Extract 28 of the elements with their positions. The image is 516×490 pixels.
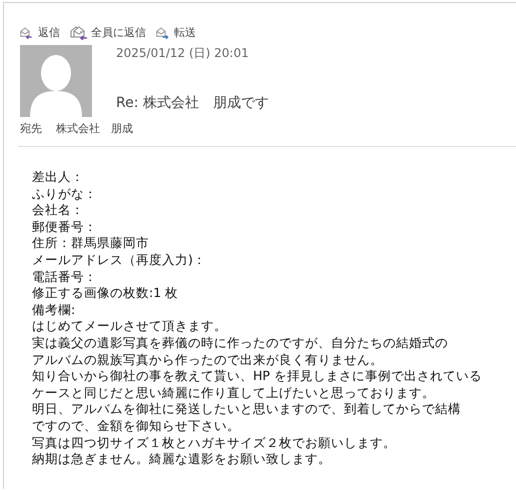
message-subject: Re: 株式会社 朋成です xyxy=(116,94,269,112)
action-button[interactable]: 転送 xyxy=(156,23,196,42)
body-text-line: ケースと同じだと思い綺麗に作り直して上げたいと思っております。 xyxy=(32,384,436,402)
body-text-line: 電話番号： xyxy=(32,268,98,286)
avatar-icon xyxy=(20,45,92,117)
action-button[interactable]: 全員に返信 xyxy=(70,23,146,42)
body-text-line: 実は義父の遺影写真を葬儀の時に作ったのですが、自分たちの結婚式の xyxy=(32,334,449,352)
body-text-line: はじめてメールさせて頂きます。 xyxy=(32,318,228,335)
recipient-label: 宛先 xyxy=(20,121,42,136)
body-text-line: アルバムの親族写真から作ったので出来が良く有りません。 xyxy=(32,352,384,368)
body-text-line: メールアドレス（再度入力)： xyxy=(32,252,207,269)
envelope-arrow-icon xyxy=(156,26,171,40)
body-text-line: 写真は四つ切サイズ１枚とハガキサイズ２枚でお願いします。 xyxy=(32,434,397,452)
body-text-line: 会社名： xyxy=(32,202,85,219)
sent-date: 2025/01/12 (日) 20:01 xyxy=(116,45,250,62)
body-text-line: 備考欄: xyxy=(32,302,76,318)
body-text-line: 明日、アルバムを御社に発送したいと思いますので、到着してからで結構 xyxy=(32,401,462,418)
body-text-line: 差出人： xyxy=(32,169,85,186)
recipient-name[interactable]: 株式会社 朋成 xyxy=(56,121,133,136)
body-text-line: 郵便番号： xyxy=(32,218,98,236)
body-text-line: 知り合いから御社の事を教えて貰い、HP を拝見しまさに事例で出されている xyxy=(32,368,483,385)
body-text-line: ふりがな： xyxy=(32,186,98,202)
action-button[interactable]: 返信 xyxy=(20,23,60,42)
body-text-line: 修正する画像の枚数:1 枚 xyxy=(32,285,180,302)
body-text-line: 納期は急ぎません。綺麗な遺影をお願い致します。 xyxy=(32,451,332,468)
body-text-line: 住所：群馬県藤岡市 xyxy=(32,235,150,252)
envelope-arrow-icon xyxy=(70,26,88,40)
body-text-line: ですので、金額を御知らせ下さい。 xyxy=(32,418,241,434)
